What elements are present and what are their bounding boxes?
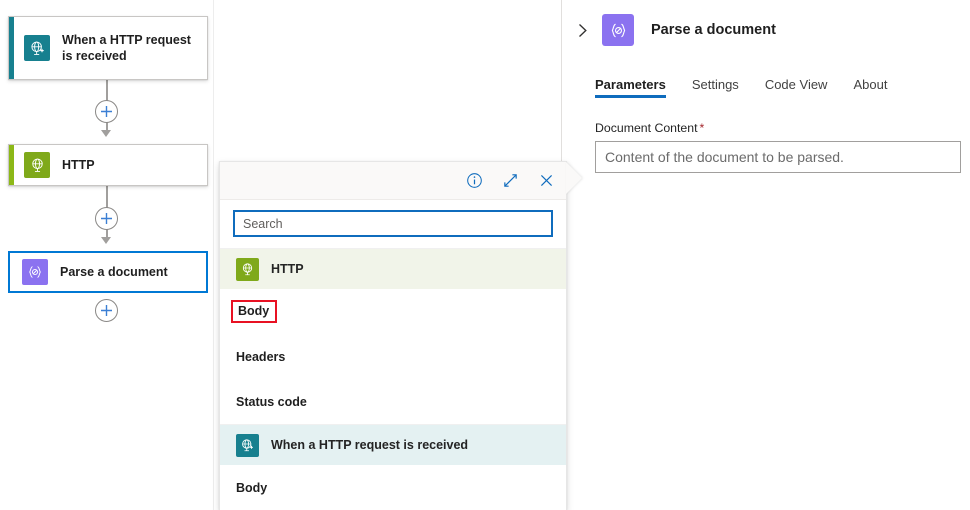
token-label: Body [236,481,267,495]
node-accent-bar [9,17,14,79]
node-title: Parse a document [60,264,168,280]
token-label: Status code [236,395,307,409]
add-step-button-2[interactable] [95,207,118,230]
expand-diagonal-icon[interactable] [499,170,521,192]
token-group-header-http-request-trigger[interactable]: When a HTTP request is received [220,424,566,465]
tab-code-view[interactable]: Code View [765,77,828,98]
callout-pointer [566,162,582,194]
http-request-trigger-icon [236,434,259,457]
http-action-icon [236,258,259,281]
tab-parameters[interactable]: Parameters [595,77,666,98]
token-item-body[interactable]: Body [220,289,566,334]
parse-document-icon [602,14,634,46]
connector-arrow-2 [101,237,111,244]
logic-app-designer-screen: When a HTTP request is received HTTP [0,0,970,510]
workflow-node-http-request-trigger[interactable]: When a HTTP request is received [8,16,208,80]
label-text: Document Content [595,121,698,135]
dynamic-content-search-wrap [220,200,566,248]
add-step-button-1[interactable] [95,100,118,123]
search-input[interactable] [233,210,553,237]
token-group-label: HTTP [271,262,304,276]
token-label: Body [231,300,277,323]
node-title: When a HTTP request is received [62,32,199,64]
dynamic-content-popup-header [220,162,566,200]
tab-about[interactable]: About [853,77,887,98]
add-step-button-3[interactable] [95,299,118,322]
node-title: HTTP [62,157,95,173]
document-content-input[interactable] [595,141,961,173]
dynamic-content-token-list: HTTP Body Headers Status code [220,248,566,510]
token-label: Headers [236,350,285,364]
plus-icon [100,212,113,225]
panel-header: Parse a document [562,0,970,46]
http-request-trigger-icon [24,35,50,61]
page-title: Parse a document [651,22,776,38]
workflow-node-http[interactable]: HTTP [8,144,208,186]
tab-settings[interactable]: Settings [692,77,739,98]
parse-document-icon [22,259,48,285]
node-detail-panel: Parse a document Parameters Settings Cod… [561,0,970,510]
close-icon[interactable] [535,170,557,192]
dynamic-content-popup: HTTP Body Headers Status code [219,161,567,510]
chevron-right-icon[interactable] [572,20,592,40]
plus-icon [100,304,113,317]
http-action-icon [24,152,50,178]
required-asterisk: * [700,121,705,135]
document-content-label: Document Content* [595,121,961,135]
workflow-designer-canvas: When a HTTP request is received HTTP [0,0,214,510]
token-item-headers[interactable]: Headers [220,334,566,379]
token-item-body[interactable]: Body [220,465,566,510]
document-content-field-block: Document Content* [595,121,961,173]
token-group-header-http[interactable]: HTTP [220,248,566,289]
connector-arrow-1 [101,130,111,137]
plus-icon [100,105,113,118]
workflow-node-parse-a-document[interactable]: Parse a document [8,251,208,293]
info-icon[interactable] [463,170,485,192]
token-group-label: When a HTTP request is received [271,438,468,452]
node-accent-bar [9,145,14,185]
token-item-status-code[interactable]: Status code [220,379,566,424]
panel-tabs: Parameters Settings Code View About [595,72,970,98]
